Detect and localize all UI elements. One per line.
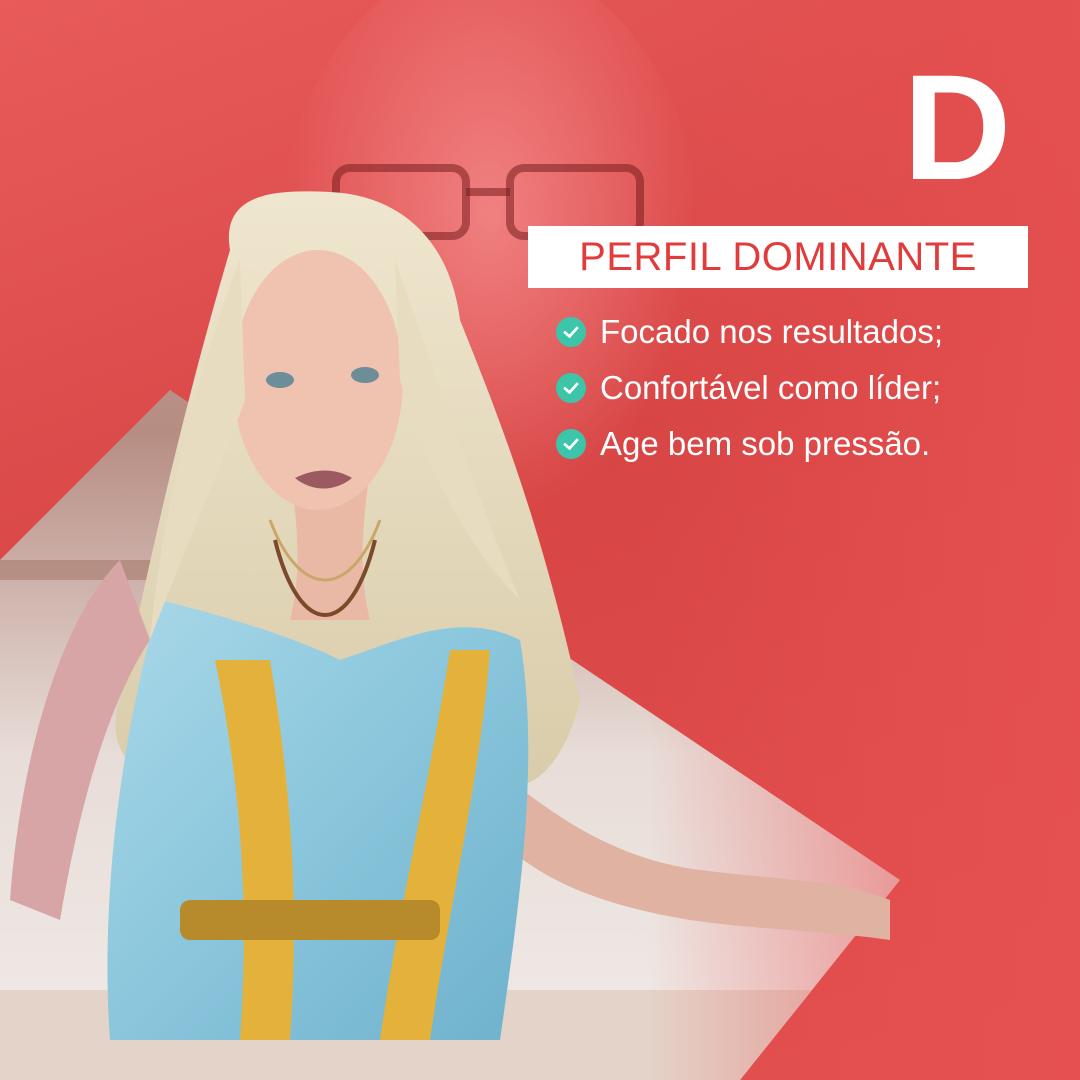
list-item: Age bem sob pressão. — [556, 416, 1056, 472]
list-item: Focado nos resultados; — [556, 304, 1056, 360]
check-circle-icon — [556, 429, 586, 459]
profile-letter: D — [903, 43, 1012, 211]
traits-list: Focado nos resultados; Confortável como … — [556, 304, 1056, 472]
check-circle-icon — [556, 373, 586, 403]
trait-text: Confortável como líder; — [600, 369, 942, 406]
trait-text: Focado nos resultados; — [600, 313, 944, 350]
trait-text: Age bem sob pressão. — [600, 425, 931, 462]
profile-title-box: PERFIL DOMINANTE — [528, 226, 1028, 288]
poster: D PERFIL DOMINANTE Focado nos resultados… — [0, 0, 1080, 1080]
list-item: Confortável como líder; — [556, 360, 1056, 416]
check-circle-icon — [556, 317, 586, 347]
profile-title: PERFIL DOMINANTE — [579, 234, 977, 279]
